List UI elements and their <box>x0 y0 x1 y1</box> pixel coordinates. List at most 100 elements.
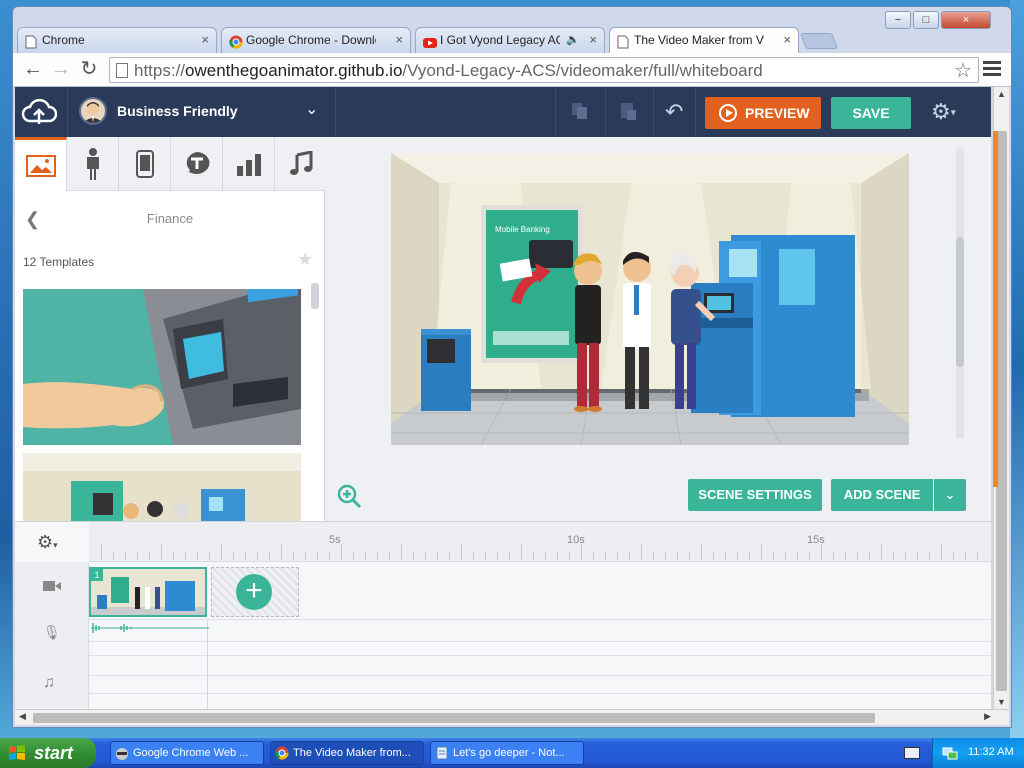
tab-close-icon[interactable]: × <box>589 28 597 52</box>
template-thumbnail[interactable] <box>23 453 301 523</box>
back-chevron-icon[interactable]: ❮ <box>25 209 40 230</box>
theme-name[interactable]: Business Friendly <box>117 103 238 119</box>
favorite-star-icon[interactable]: ★ <box>297 249 313 270</box>
stage-scrollbar-thumb[interactable] <box>956 237 964 367</box>
start-button[interactable]: start <box>0 738 96 768</box>
page-horizontal-scrollbar[interactable]: ◀ ▶ <box>15 709 1009 725</box>
ruler-tick <box>653 552 654 560</box>
tab-youtube[interactable]: I Got Vyond Legacy ACS 🔈 × <box>415 27 605 53</box>
tab-chrome[interactable]: Chrome × <box>17 27 217 53</box>
ruler-tick <box>533 552 534 560</box>
preview-button[interactable]: PREVIEW <box>705 97 821 129</box>
scroll-left-icon[interactable]: ◀ <box>19 711 26 722</box>
minimize-button[interactable]: − <box>885 11 911 29</box>
close-icon: × <box>962 14 970 26</box>
zoom-in-button[interactable] <box>336 483 362 509</box>
taskbar-item-notepad[interactable]: Let's go deeper - Not... <box>430 741 584 765</box>
sound-track[interactable] <box>89 656 991 676</box>
tab-characters[interactable] <box>67 137 119 191</box>
taskbar: start Google Chrome Web ... The Video Ma… <box>0 738 1024 768</box>
scroll-down-icon[interactable]: ▼ <box>997 697 1006 707</box>
undo-button[interactable]: ↶ <box>665 99 683 125</box>
forward-button[interactable]: → <box>49 58 73 82</box>
ruler-tick <box>761 544 762 560</box>
ruler-tick <box>101 544 102 560</box>
bookmark-star-icon[interactable]: ☆ <box>954 58 972 83</box>
tab-title: Chrome <box>42 33 85 47</box>
copy-icon[interactable] <box>569 101 591 123</box>
taskbar-item-video-maker[interactable]: The Video Maker from... <box>270 741 424 765</box>
network-icon[interactable] <box>942 746 958 760</box>
tab-video-maker[interactable]: The Video Maker from Vyo × <box>609 27 799 53</box>
timeline-settings-button[interactable]: ⚙▾ <box>37 532 58 553</box>
scene-canvas[interactable]: Mobile Banking <box>391 153 909 445</box>
zoom-in-icon <box>337 484 362 509</box>
add-scene-dropdown[interactable]: ⌄ <box>934 479 966 511</box>
url-host: owenthegoanimator.github.io <box>185 61 403 80</box>
tab-charts[interactable] <box>223 137 275 191</box>
bank-scene-illustration <box>23 453 301 523</box>
timeline: ⚙▾ 5s 10s 15s 🎙 ♫ 1 + <box>15 521 991 709</box>
plus-icon[interactable]: + <box>236 574 272 610</box>
tab-close-icon[interactable]: × <box>201 28 209 52</box>
category-title: Finance <box>146 211 194 226</box>
paste-icon[interactable] <box>617 101 639 123</box>
tab-chrome-download[interactable]: Google Chrome - Download t × <box>221 27 411 53</box>
audio-waveform[interactable] <box>91 620 209 636</box>
tab-title: Google Chrome - Download t <box>246 33 376 47</box>
scene-settings-button[interactable]: SCENE SETTINGS <box>688 479 822 511</box>
ruler-tick <box>797 552 798 560</box>
ruler-tick <box>569 552 570 560</box>
ruler-tick <box>641 544 642 560</box>
ruler-tick <box>173 552 174 560</box>
gear-icon: ⚙ <box>931 99 951 124</box>
timeline-ruler[interactable] <box>89 522 991 562</box>
browser-window: Chrome × Google Chrome - Download t × I … <box>12 6 1012 728</box>
notepad-icon <box>436 746 448 760</box>
template-thumbnail[interactable] <box>23 289 301 445</box>
taskbar-item-chrome-web[interactable]: Google Chrome Web ... <box>110 741 264 765</box>
theme-avatar[interactable] <box>79 97 107 125</box>
reload-button[interactable]: ↻ <box>77 58 101 82</box>
tab-close-icon[interactable]: × <box>783 28 791 52</box>
close-button[interactable]: × <box>941 11 991 29</box>
tab-close-icon[interactable]: × <box>395 28 403 52</box>
add-scene-slot[interactable]: + <box>211 567 299 617</box>
new-tab-button[interactable] <box>800 33 838 49</box>
add-scene-button[interactable]: ADD SCENE <box>831 479 933 511</box>
ruler-tick <box>941 544 942 560</box>
scrollbar-thumb[interactable] <box>33 713 875 723</box>
upload-button[interactable] <box>21 95 58 129</box>
ruler-tick <box>665 552 666 560</box>
save-button[interactable]: SAVE <box>831 97 911 129</box>
ruler-tick <box>269 552 270 560</box>
address-bar[interactable]: https://owenthegoanimator.github.io/Vyon… <box>109 57 979 83</box>
tab-strip: Chrome × Google Chrome - Download t × I … <box>13 7 1011 55</box>
sound-track[interactable] <box>89 676 991 694</box>
ruler-tick <box>521 544 522 560</box>
ruler-tick <box>437 552 438 560</box>
speaker-icon[interactable]: 🔈 <box>566 28 580 52</box>
tab-devices[interactable] <box>119 137 171 191</box>
reload-icon: ↻ <box>80 58 98 80</box>
tab-sound[interactable] <box>275 137 327 191</box>
chevron-down-icon[interactable]: ⌄ <box>305 99 318 119</box>
voice-track[interactable] <box>89 620 991 642</box>
maximize-button[interactable]: □ <box>913 11 939 29</box>
back-button[interactable]: ← <box>21 58 45 82</box>
scroll-right-icon[interactable]: ▶ <box>984 711 991 722</box>
tab-text[interactable] <box>171 137 223 191</box>
ruler-tick <box>137 552 138 560</box>
clock: 11:32 AM <box>968 746 1014 758</box>
chrome-menu-button[interactable] <box>983 61 1001 77</box>
tab-props[interactable] <box>15 137 67 191</box>
panel-scrollbar[interactable] <box>311 283 319 309</box>
keyboard-icon[interactable] <box>904 747 920 759</box>
tab-title: I Got Vyond Legacy ACS <box>440 33 560 47</box>
app-header: Business Friendly ⌄ ↶ PREVIEW SAVE ⚙▾ <box>15 87 991 137</box>
scene-thumbnail[interactable]: 1 <box>89 567 207 617</box>
settings-button[interactable]: ⚙▾ <box>931 99 956 125</box>
sound-track[interactable] <box>89 642 991 656</box>
ruler-tick <box>953 552 954 560</box>
url-text[interactable]: https://owenthegoanimator.github.io/Vyon… <box>134 61 763 81</box>
